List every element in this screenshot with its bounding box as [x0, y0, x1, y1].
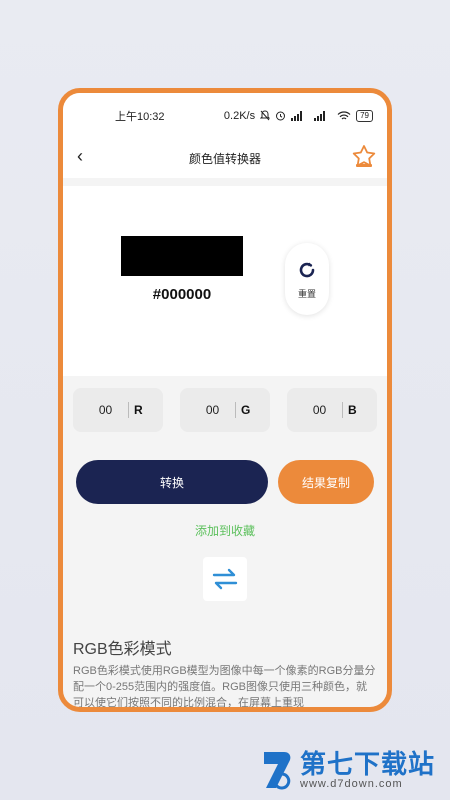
reset-button[interactable]: 重置	[285, 243, 329, 315]
convert-button[interactable]: 转换	[76, 460, 268, 504]
status-icons: 0.2K/s 79	[223, 109, 373, 122]
site-logo-icon	[264, 752, 291, 790]
rgb-inputs: 00 R 00 G 00 B	[63, 388, 387, 434]
phone-frame: 上午10:32 0.2K/s 79 ‹ 颜色值转换器 #000000 重置 00…	[58, 88, 392, 712]
wifi-icon	[337, 110, 351, 119]
back-chevron-icon[interactable]: ‹	[77, 146, 83, 167]
color-preview-card: #000000 重置	[63, 186, 387, 376]
red-value: 00	[98, 403, 113, 417]
status-bar: 上午10:32 0.2K/s 79	[63, 93, 387, 138]
action-buttons: 转换 结果复制	[63, 460, 387, 504]
mute-icon	[260, 110, 271, 121]
color-swatch	[121, 236, 243, 276]
blue-input[interactable]: 00 B	[287, 388, 377, 432]
status-time: 上午10:32	[115, 110, 165, 123]
add-to-favorites-link[interactable]: 添加到收藏	[63, 522, 387, 539]
nav-bar: ‹ 颜色值转换器	[63, 138, 387, 178]
info-title: RGB色彩模式	[73, 641, 172, 658]
page-title: 颜色值转换器	[188, 151, 261, 166]
swap-mode-button[interactable]	[203, 557, 247, 601]
green-label: G	[241, 403, 251, 417]
copy-result-button[interactable]: 结果复制	[278, 460, 374, 504]
watermark-name: 第七下载站	[300, 749, 436, 779]
refresh-icon	[299, 262, 315, 277]
battery-indicator: 79	[356, 109, 373, 122]
divider	[342, 402, 343, 418]
hex-value: #000000	[152, 286, 212, 303]
signal-icon	[291, 110, 303, 121]
swap-arrows-icon	[212, 568, 238, 590]
red-label: R	[134, 403, 143, 417]
blue-value: 00	[312, 403, 327, 417]
favorite-star-icon[interactable]	[351, 144, 377, 170]
red-input[interactable]: 00 R	[73, 388, 163, 432]
network-speed: 0.2K/s	[223, 109, 256, 122]
signal-icon-2	[314, 110, 326, 121]
watermark-url: www.d7down.com	[300, 778, 403, 790]
divider	[128, 402, 129, 418]
blue-label: B	[348, 403, 357, 417]
green-value: 00	[205, 403, 220, 417]
alarm-icon	[276, 111, 286, 121]
reset-label: 重置	[297, 288, 316, 299]
info-text: RGB色彩模式使用RGB模型为图像中每一个像素的RGB分量分配一个0-255范围…	[73, 665, 376, 709]
green-input[interactable]: 00 G	[180, 388, 270, 432]
divider	[235, 402, 236, 418]
watermark: 第七下载站 www.d7down.com	[260, 748, 435, 792]
